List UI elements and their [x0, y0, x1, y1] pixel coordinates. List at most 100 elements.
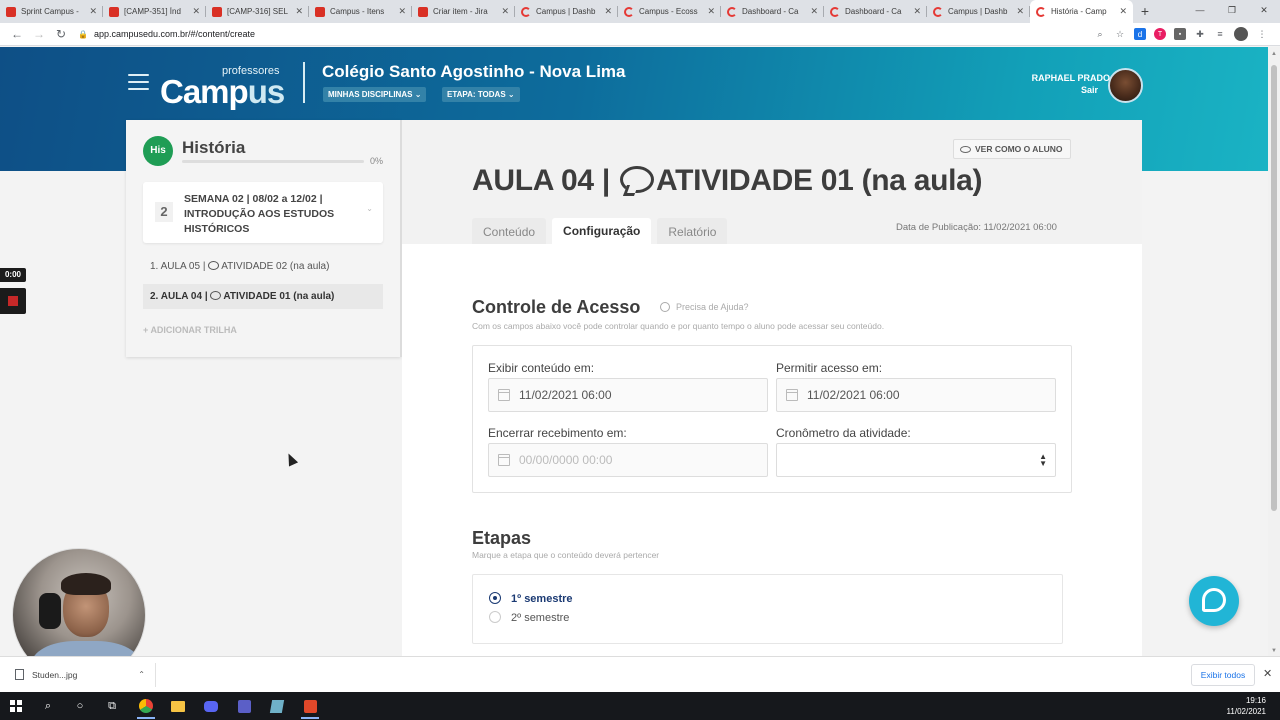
browser-tab[interactable]: [CAMP-316] SEL ✕ — [206, 0, 309, 23]
close-tab-icon[interactable]: ✕ — [1119, 6, 1127, 17]
tab-conteudo[interactable]: Conteúdo — [472, 218, 547, 244]
close-tab-icon[interactable]: ✕ — [604, 6, 612, 17]
user-avatar[interactable] — [1108, 68, 1143, 103]
mouse-cursor-icon — [283, 451, 299, 467]
page-scrollbar[interactable]: ▲ ▼ — [1268, 47, 1280, 656]
stage-option-2[interactable]: 2º semestre — [489, 611, 569, 624]
browser-tab[interactable]: Campus - Ecoss ✕ — [618, 0, 721, 23]
calendar-icon — [498, 389, 510, 401]
browser-tab[interactable]: Dashboard - Ca ✕ — [824, 0, 927, 23]
scroll-down-icon[interactable]: ▼ — [1271, 648, 1277, 654]
minimize-button[interactable]: — — [1184, 0, 1216, 20]
favicon-icon — [933, 6, 943, 17]
add-track-button[interactable]: + ADICIONAR TRILHA — [143, 325, 237, 335]
chevron-down-icon[interactable]: ⌄ — [366, 204, 373, 213]
show-content-date-field[interactable]: 11/02/2021 06:00 — [488, 378, 768, 412]
stages-title: Etapas — [472, 528, 532, 548]
browser-tab[interactable]: Sprint Campus - ✕ — [0, 0, 103, 23]
chrome-menu-icon[interactable]: ⋮ — [1256, 28, 1268, 40]
puzzle-extensions-icon[interactable]: ✚ — [1194, 28, 1206, 40]
show-all-downloads-button[interactable]: Exibir todos — [1191, 664, 1255, 686]
close-tab-icon[interactable]: ✕ — [1016, 6, 1024, 17]
chat-bubble-icon — [620, 166, 654, 193]
extension-icon-1[interactable]: d — [1134, 28, 1146, 40]
logout-link[interactable]: Sair — [1081, 85, 1098, 95]
stop-recording-button[interactable] — [0, 288, 26, 314]
close-tab-icon[interactable]: ✕ — [295, 6, 303, 17]
tab-title: Dashboard - Ca — [742, 7, 799, 16]
browser-tab[interactable]: [CAMP-351] Índ ✕ — [103, 0, 206, 23]
close-tab-icon[interactable]: ✕ — [707, 6, 715, 17]
url-field[interactable]: 🔒 app.campusedu.com.br/#/content/create — [72, 29, 1094, 39]
discord-icon[interactable] — [202, 697, 220, 715]
close-tab-icon[interactable]: ✕ — [398, 6, 406, 17]
favicon-icon — [315, 6, 325, 17]
chrome-icon[interactable] — [137, 697, 155, 715]
favicon-icon — [418, 6, 428, 17]
search-icon[interactable]: ⌕ — [39, 697, 57, 715]
view-as-student-button[interactable]: VER COMO O ALUNO — [953, 139, 1071, 159]
close-tab-icon[interactable]: ✕ — [501, 6, 509, 17]
close-tab-icon[interactable]: ✕ — [192, 6, 200, 17]
my-disciplines-dropdown[interactable]: MINHAS DISCIPLINAS ⌄ — [323, 87, 427, 102]
radio-icon[interactable] — [489, 611, 501, 623]
extension-icon-3[interactable]: ▪ — [1174, 28, 1186, 40]
tab-title: Dashboard - Ca — [845, 7, 902, 16]
windows-start-icon[interactable] — [7, 697, 25, 715]
chat-support-button[interactable] — [1189, 576, 1239, 626]
reading-list-icon[interactable]: ≡ — [1214, 28, 1226, 40]
url-text: app.campusedu.com.br/#/content/create — [93, 29, 256, 39]
browser-tab[interactable]: Criar item - Jira ✕ — [412, 0, 515, 23]
forward-icon[interactable]: → — [28, 27, 50, 41]
scrollbar-thumb[interactable] — [1271, 65, 1277, 511]
window-controls: — ❐ ✕ — [1184, 0, 1280, 20]
chat-bubble-icon — [208, 261, 220, 270]
task-view-icon[interactable]: ⧉ — [103, 697, 121, 715]
teams-icon[interactable] — [235, 697, 253, 715]
browser-tab[interactable]: Dashboard - Ca ✕ — [721, 0, 824, 23]
help-link[interactable]: Precisa de Ajuda? — [660, 302, 749, 312]
close-download-bar-icon[interactable]: ✕ — [1263, 667, 1272, 680]
bookmark-star-icon[interactable]: ☆ — [1114, 28, 1126, 40]
new-tab-button[interactable]: + — [1133, 0, 1157, 23]
close-window-button[interactable]: ✕ — [1248, 0, 1280, 20]
back-icon[interactable]: ← — [6, 27, 28, 41]
zoom-icon[interactable]: ⌕ — [1094, 28, 1106, 40]
browser-tab-active[interactable]: História - Camp ✕ — [1030, 0, 1133, 23]
tab-relatorio[interactable]: Relatório — [657, 218, 728, 244]
browser-tab[interactable]: Campus - Itens ✕ — [309, 0, 412, 23]
hamburger-menu-icon[interactable] — [128, 74, 149, 95]
tab-title: Criar item - Jira — [433, 7, 488, 16]
campus-logo[interactable]: professores Campus — [160, 65, 285, 112]
tab-configuracao[interactable]: Configuração — [552, 218, 652, 245]
close-submissions-date-field[interactable]: 00/00/0000 00:00 — [488, 443, 768, 477]
lesson-item[interactable]: 1. AULA 05 | ATIVIDADE 02 (na aula) — [143, 254, 383, 279]
restore-button[interactable]: ❐ — [1216, 0, 1248, 20]
reload-icon[interactable]: ↻ — [50, 27, 72, 41]
stage-option-1[interactable]: 1º semestre — [489, 592, 573, 605]
week-card[interactable]: 2 SEMANA 02 | 08/02 a 12/02 | INTRODUÇÃO… — [143, 182, 383, 243]
close-tab-icon[interactable]: ✕ — [913, 6, 921, 17]
scroll-up-icon[interactable]: ▲ — [1271, 51, 1277, 57]
allow-access-date-field[interactable]: 11/02/2021 06:00 — [776, 378, 1056, 412]
radio-selected-icon[interactable] — [489, 592, 501, 604]
close-tab-icon[interactable]: ✕ — [89, 6, 97, 17]
system-clock[interactable]: 19:16 11/02/2021 — [1227, 695, 1266, 717]
profile-avatar-icon[interactable] — [1234, 27, 1248, 41]
lesson-item-active[interactable]: 2. AULA 04 | ATIVIDADE 01 (na aula) — [143, 284, 383, 309]
chevron-up-icon[interactable]: ⌃ — [138, 663, 145, 687]
close-submissions-label: Encerrar recebimento em: — [488, 426, 627, 440]
lock-icon[interactable]: 🔒 — [78, 30, 88, 39]
close-tab-icon[interactable]: ✕ — [810, 6, 818, 17]
browser-tab[interactable]: Campus | Dashb ✕ — [515, 0, 618, 23]
extension-icon-2[interactable]: T — [1154, 28, 1166, 40]
cortana-icon[interactable]: ○ — [71, 697, 89, 715]
file-explorer-icon[interactable] — [169, 697, 187, 715]
notes-app-icon[interactable] — [268, 697, 286, 715]
browser-tab[interactable]: Campus | Dashb ✕ — [927, 0, 1030, 23]
recorder-app-icon[interactable] — [301, 697, 319, 715]
activity-timer-select[interactable]: ▲ ▼ — [776, 443, 1056, 477]
stage-filter-dropdown[interactable]: ETAPA: TODAS ⌄ — [442, 87, 520, 102]
file-icon — [15, 669, 24, 680]
download-item[interactable]: Studen...jpg ⌃ — [10, 663, 156, 687]
